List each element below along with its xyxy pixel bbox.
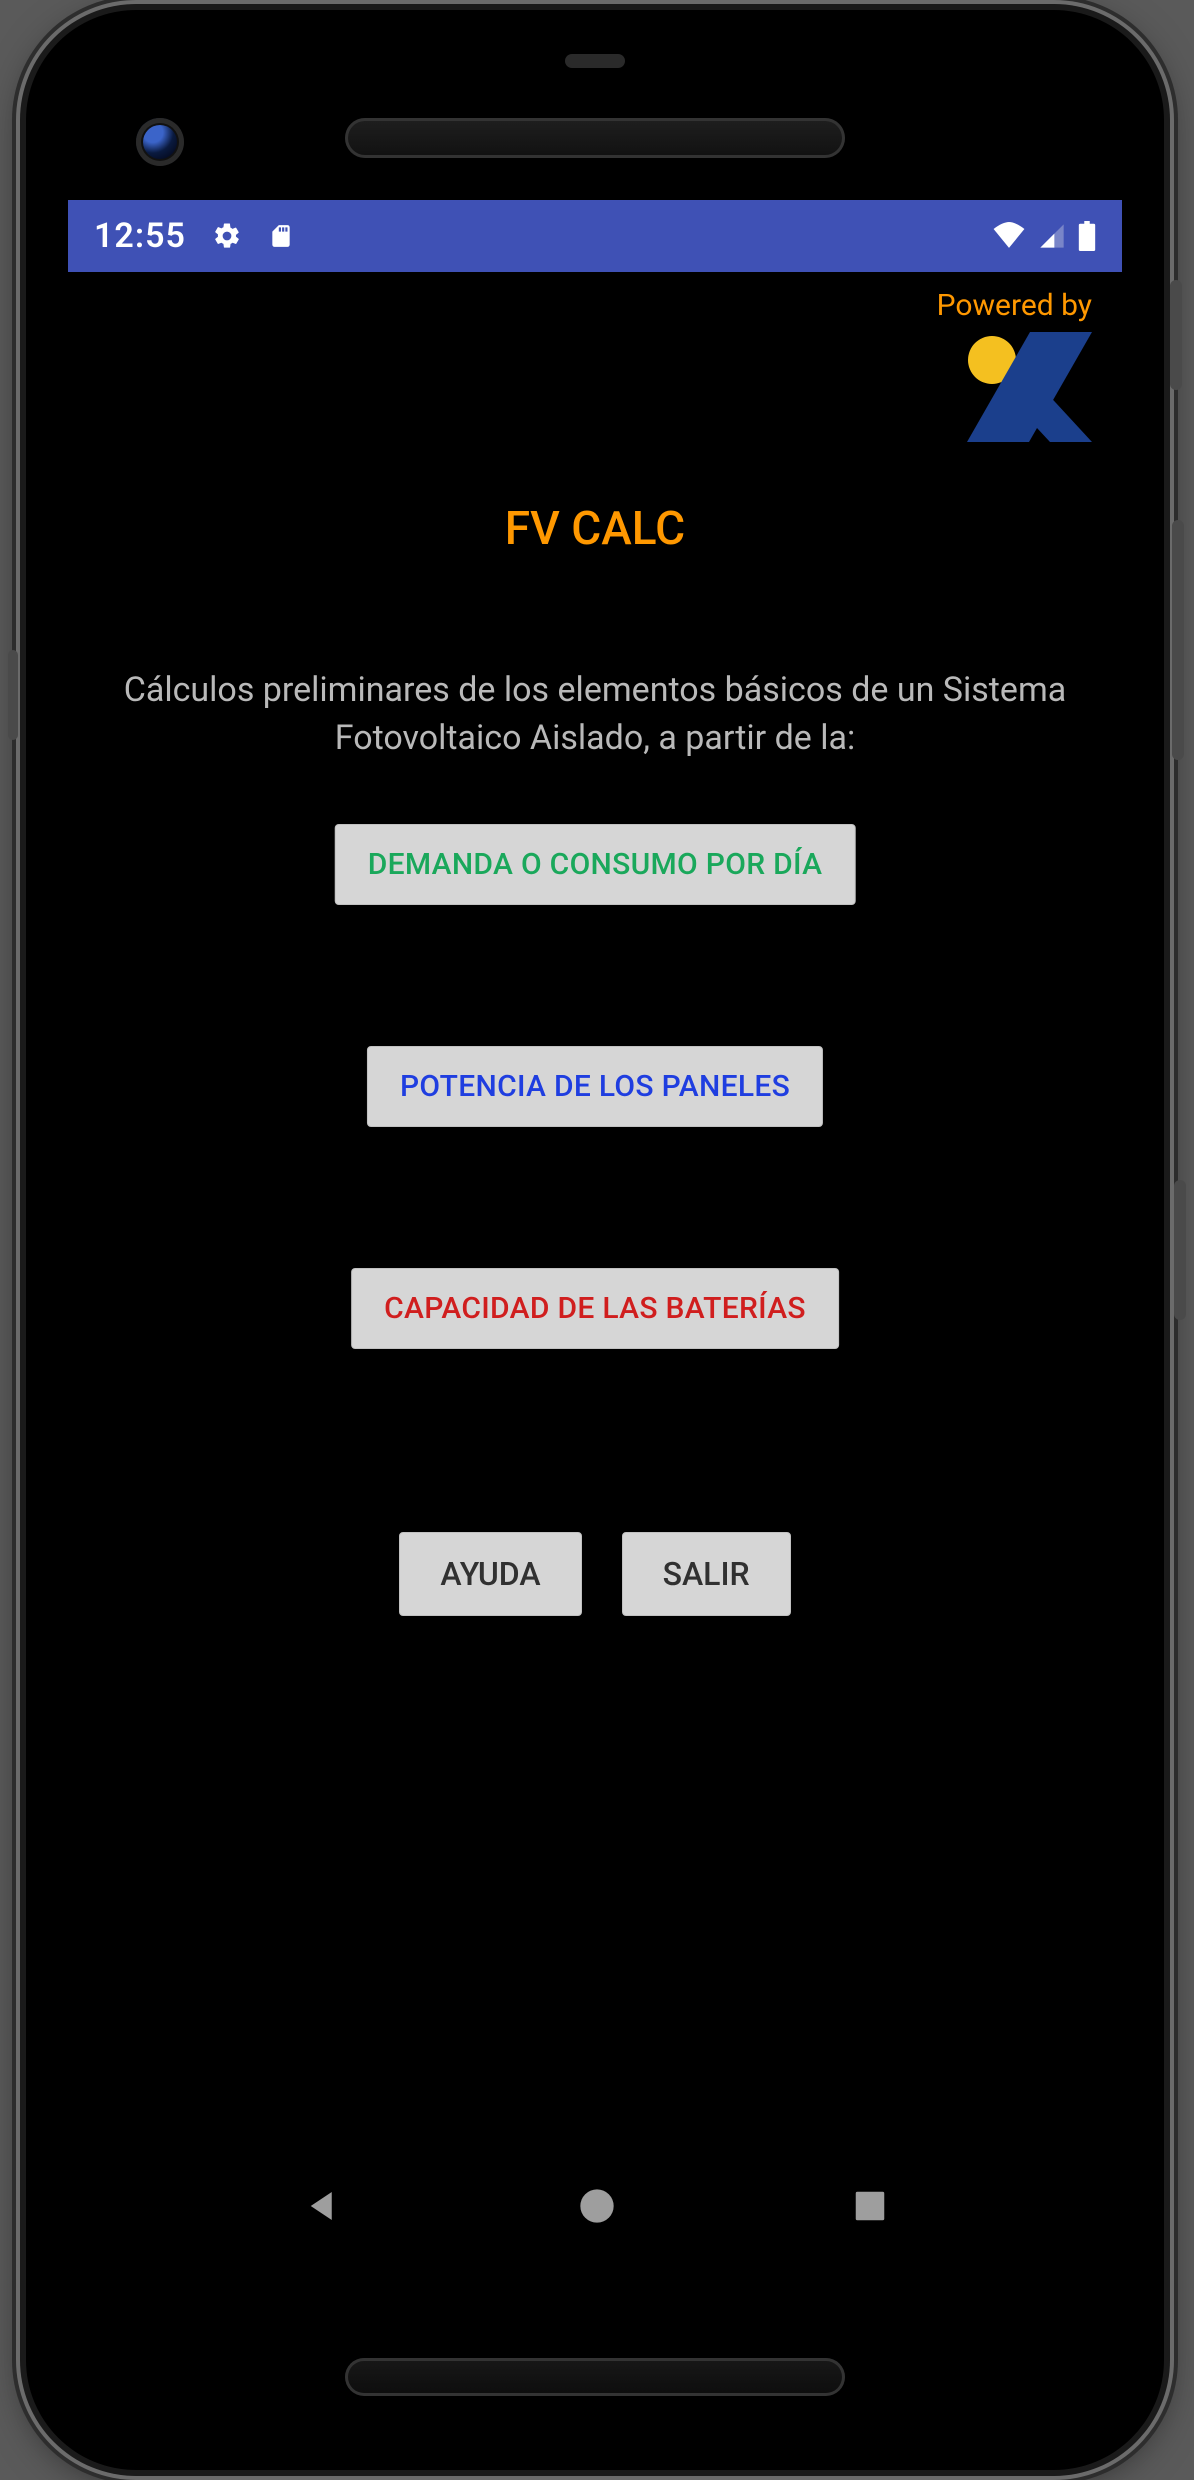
nav-back-icon[interactable] [302,2185,344,2227]
screen: 12:55 Powered by [68,200,1122,2280]
nav-home-icon[interactable] [577,2186,617,2226]
battery-icon [1078,221,1096,251]
gear-icon [212,221,242,251]
exit-button[interactable]: SALIR [622,1532,791,1616]
signal-icon [1038,222,1066,250]
status-time: 12:55 [94,216,186,256]
status-bar: 12:55 [68,200,1122,272]
earpiece-speaker [345,118,845,158]
bottom-button-row: AYUDA SALIR [68,1532,1122,1616]
side-button [1170,280,1182,390]
app-title: FV CALC [68,502,1122,556]
help-button[interactable]: AYUDA [399,1532,581,1616]
app-subtitle: Cálculos preliminares de los elementos b… [118,666,1072,763]
bottom-speaker [345,2358,845,2396]
front-camera [136,118,184,166]
brand-logo-icon [952,332,1092,442]
app-content: Powered by FV CALC Cálculos preliminares… [68,272,1122,2132]
android-nav-bar [68,2132,1122,2280]
demand-button[interactable]: DEMANDA O CONSUMO POR DÍA [335,824,856,905]
battery-capacity-button[interactable]: CAPACIDAD DE LAS BATERÍAS [351,1268,839,1349]
side-button [8,650,18,740]
side-button [1174,1180,1186,1320]
nav-recent-icon[interactable] [851,2187,889,2225]
phone-frame: 12:55 Powered by [26,10,1164,2470]
side-button [1172,520,1184,760]
sd-card-icon [268,221,294,251]
top-sensor-slit [565,54,625,68]
powered-by-label: Powered by [937,288,1092,323]
panel-power-button[interactable]: POTENCIA DE LOS PANELES [367,1046,823,1127]
wifi-icon [992,222,1026,250]
